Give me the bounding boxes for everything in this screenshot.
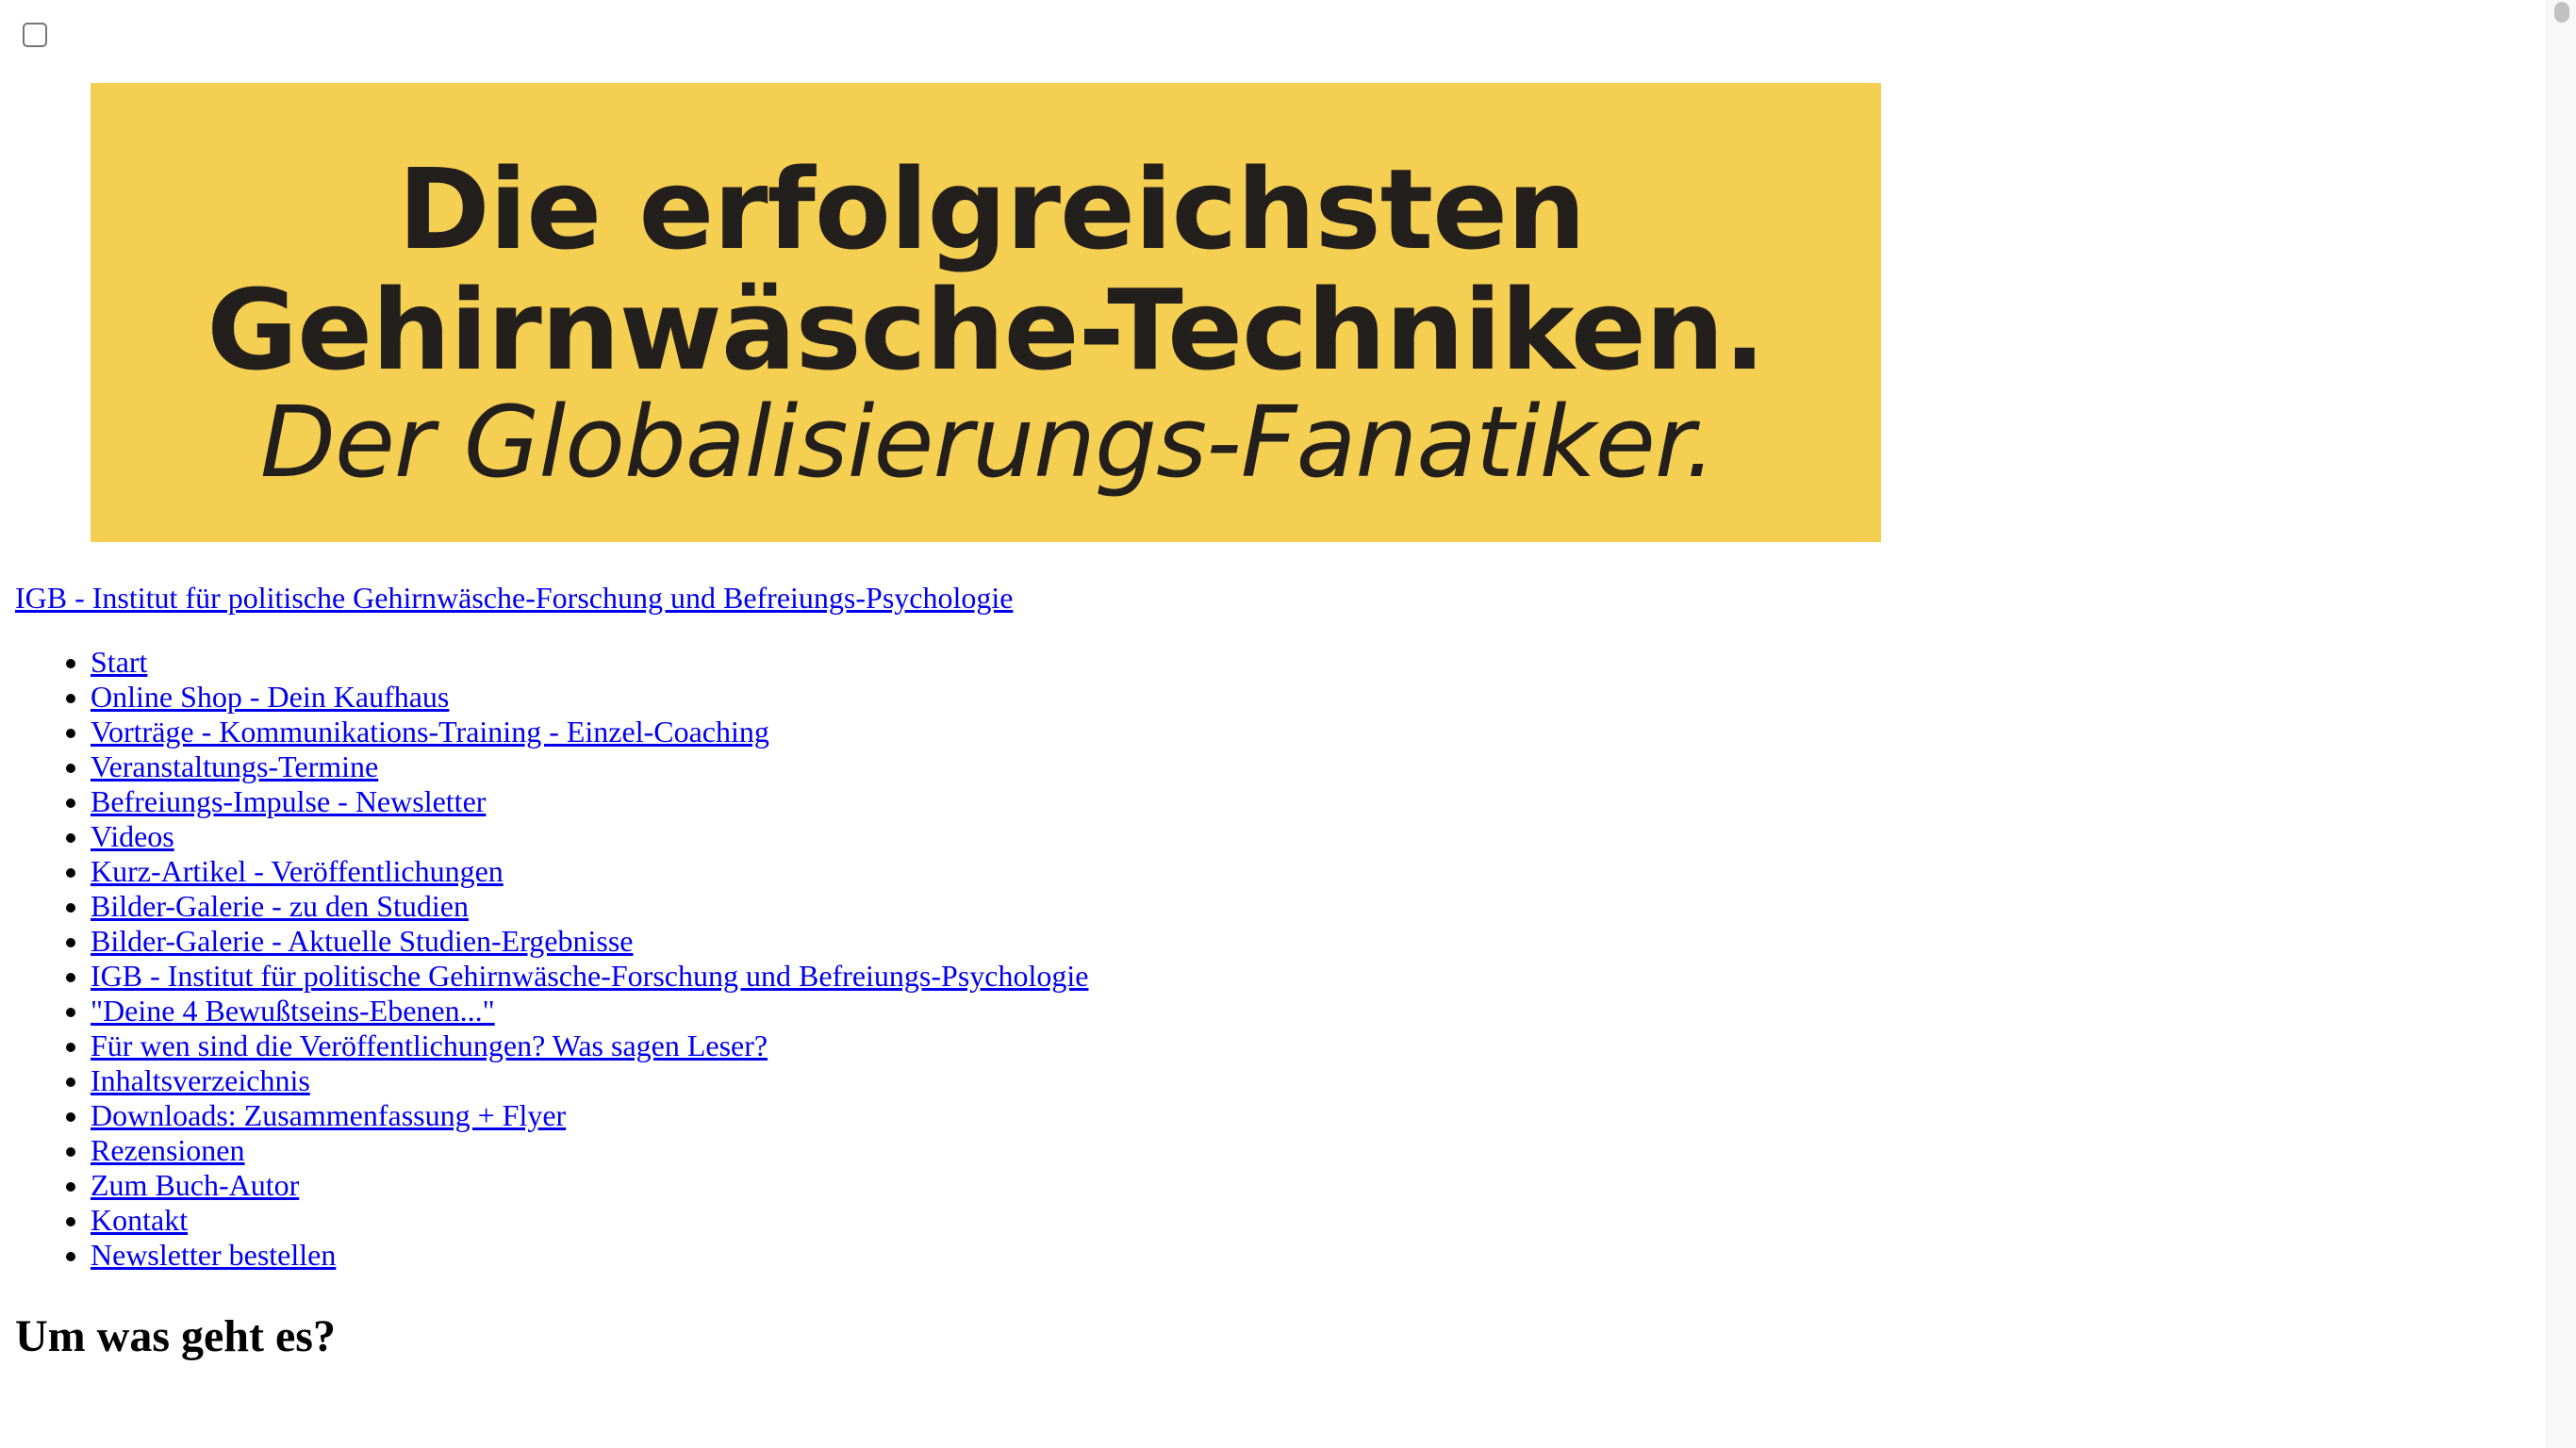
nav-item-videos: Videos [91, 819, 1088, 854]
nav-link-bewusstseins-ebenen[interactable]: "Deine 4 Bewußtseins-Ebenen..." [91, 994, 495, 1028]
nav-item-kontakt: Kontakt [91, 1203, 1088, 1238]
nav-item-fuer-wen: Für wen sind die Veröffentlichungen? Was… [91, 1028, 1088, 1063]
banner-headline-line-2: Gehirnwäsche-Techniken. [206, 265, 1765, 395]
nav-item-rezensionen: Rezensionen [91, 1133, 1088, 1168]
nav-item-downloads: Downloads: Zusammenfassung + Flyer [91, 1098, 1088, 1133]
nav-link-rezensionen[interactable]: Rezensionen [91, 1133, 245, 1167]
main-navigation: Start Online Shop - Dein Kaufhaus Vorträ… [0, 645, 1088, 1273]
header-banner: Die erfolgreichsten Gehirnwäsche-Technik… [91, 83, 1881, 542]
nav-item-vortraege: Vorträge - Kommunikations-Training - Ein… [91, 715, 1088, 749]
nav-link-videos[interactable]: Videos [91, 819, 174, 853]
page: Die erfolgreichsten Gehirnwäsche-Technik… [0, 0, 2546, 1448]
nav-item-start: Start [91, 645, 1088, 680]
nav-link-kontakt[interactable]: Kontakt [91, 1203, 188, 1237]
nav-item-igb-institut: IGB - Institut für politische Gehirnwäsc… [91, 959, 1088, 994]
nav-link-vortraege[interactable]: Vorträge - Kommunikations-Training - Ein… [91, 715, 769, 749]
nav-link-bilder-galerie-ergebnisse[interactable]: Bilder-Galerie - Aktuelle Studien-Ergebn… [91, 924, 634, 958]
nav-item-online-shop: Online Shop - Dein Kaufhaus [91, 680, 1088, 715]
nav-item-kurz-artikel: Kurz-Artikel - Veröffentlichungen [91, 854, 1088, 889]
nav-item-newsletter-bestellen: Newsletter bestellen [91, 1238, 1088, 1273]
nav-link-kurz-artikel[interactable]: Kurz-Artikel - Veröffentlichungen [91, 854, 504, 888]
nav-link-downloads[interactable]: Downloads: Zusammenfassung + Flyer [91, 1098, 566, 1132]
nav-link-igb-institut[interactable]: IGB - Institut für politische Gehirnwäsc… [91, 959, 1088, 993]
nav-item-bewusstseins-ebenen: "Deine 4 Bewußtseins-Ebenen..." [91, 994, 1088, 1028]
banner-subheadline: Der Globalisierungs-Fanatiker. [259, 385, 1716, 500]
nav-link-fuer-wen[interactable]: Für wen sind die Veröffentlichungen? Was… [91, 1028, 768, 1062]
nav-link-bilder-galerie-studien[interactable]: Bilder-Galerie - zu den Studien [91, 889, 469, 923]
nav-item-buch-autor: Zum Buch-Autor [91, 1168, 1088, 1203]
banner-headline-line-1: Die erfolgreichsten [397, 144, 1586, 274]
nav-link-buch-autor[interactable]: Zum Buch-Autor [91, 1168, 299, 1202]
nav-item-bilder-galerie-ergebnisse: Bilder-Galerie - Aktuelle Studien-Ergebn… [91, 924, 1088, 959]
nav-link-start[interactable]: Start [91, 645, 147, 679]
section-heading: Um was geht es? [15, 1311, 336, 1361]
nav-item-veranstaltungs-termine: Veranstaltungs-Termine [91, 749, 1088, 784]
nav-item-befreiungs-impulse: Befreiungs-Impulse - Newsletter [91, 784, 1088, 819]
site-title-link[interactable]: IGB - Institut für politische Gehirnwäsc… [15, 577, 1013, 618]
nav-link-online-shop[interactable]: Online Shop - Dein Kaufhaus [91, 680, 449, 714]
nav-item-bilder-galerie-studien: Bilder-Galerie - zu den Studien [91, 889, 1088, 924]
nav-item-inhaltsverzeichnis: Inhaltsverzeichnis [91, 1063, 1088, 1098]
nav-link-inhaltsverzeichnis[interactable]: Inhaltsverzeichnis [91, 1063, 310, 1097]
scrollbar-thumb[interactable] [2554, 2, 2569, 23]
nav-link-veranstaltungs-termine[interactable]: Veranstaltungs-Termine [91, 749, 378, 783]
nav-link-befreiungs-impulse[interactable]: Befreiungs-Impulse - Newsletter [91, 784, 486, 818]
vertical-scrollbar[interactable] [2546, 0, 2576, 1448]
menu-toggle-checkbox[interactable] [23, 23, 47, 47]
nav-link-newsletter-bestellen[interactable]: Newsletter bestellen [91, 1238, 336, 1272]
